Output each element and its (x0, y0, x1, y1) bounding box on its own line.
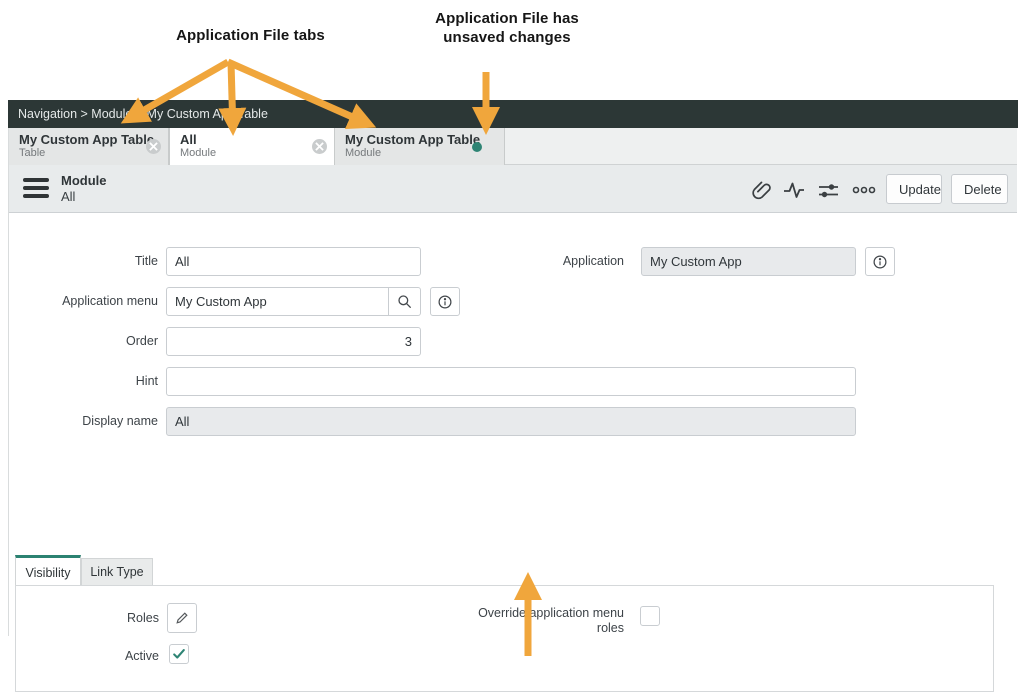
file-tab-table[interactable]: My Custom App Table Table (9, 128, 169, 165)
header-update-button[interactable]: Update (886, 174, 942, 204)
file-tab-title: My Custom App Table (345, 132, 478, 147)
application-menu-input[interactable] (166, 287, 389, 316)
hint-field-label: Hint (23, 374, 158, 389)
application-readonly-input (641, 247, 856, 276)
more-options-icon[interactable] (851, 177, 877, 203)
annotation-unsaved-line1: Application File has (402, 9, 612, 28)
tab-link-type[interactable]: Link Type (81, 558, 153, 585)
screenshot-root: { "annotations": { "tabs_label": "Applic… (0, 0, 1024, 694)
form-header-title: Module All (61, 173, 107, 204)
active-field-label: Active (24, 649, 159, 664)
annotation-unsaved-label: Application File has unsaved changes (402, 9, 612, 47)
close-icon[interactable] (146, 139, 161, 154)
record-type: Module (61, 173, 107, 189)
visibility-section: Roles Active Override application menu r… (15, 585, 994, 692)
hamburger-menu-icon[interactable] (23, 178, 49, 200)
file-tab-strip: My Custom App Table Table All Module My … (9, 128, 1017, 165)
display-name-field-label: Display name (23, 414, 158, 429)
close-icon[interactable] (312, 139, 327, 154)
roles-edit-pencil-icon[interactable] (167, 603, 197, 633)
form-header: Module All (9, 165, 1017, 213)
active-checkbox[interactable] (169, 644, 189, 664)
breadcrumb: Navigation > Module > My Custom App Tabl… (8, 100, 1018, 128)
header-delete-button[interactable]: Delete (951, 174, 1008, 204)
title-input[interactable] (166, 247, 421, 276)
roles-field-label: Roles (24, 611, 159, 626)
file-tab-subtitle: Table (19, 147, 142, 160)
application-menu-info-icon[interactable] (430, 287, 460, 316)
hint-input[interactable] (166, 367, 856, 396)
file-tab-module-unsaved[interactable]: My Custom App Table Module (335, 128, 505, 165)
order-field-label: Order (23, 334, 158, 349)
annotation-tabs-label: Application File tabs (148, 26, 353, 45)
annotation-unsaved-line2: unsaved changes (402, 28, 612, 47)
title-field-label: Title (23, 254, 158, 269)
reference-lookup-search-icon[interactable] (389, 287, 421, 316)
unsaved-changes-dot-icon (472, 142, 482, 152)
application-info-icon[interactable] (865, 247, 895, 276)
paperclip-icon[interactable] (748, 177, 774, 203)
activity-icon[interactable] (781, 177, 807, 203)
application-menu-field-label: Application menu (23, 294, 158, 309)
file-tab-subtitle: Module (345, 147, 478, 160)
file-tab-title: My Custom App Table (19, 132, 142, 147)
display-name-readonly-input (166, 407, 856, 436)
form-body: Title Application Application menu (9, 213, 1017, 636)
file-tab-subtitle: Module (180, 147, 308, 160)
file-tab-title: All (180, 132, 308, 147)
order-input[interactable] (166, 327, 421, 356)
override-menu-roles-checkbox[interactable] (640, 606, 660, 626)
studio-window: Navigation > Module > My Custom App Tabl… (8, 100, 1016, 636)
application-field-label: Application (474, 254, 624, 269)
tab-visibility[interactable]: Visibility (15, 555, 81, 585)
sliders-icon[interactable] (815, 177, 841, 203)
record-name: All (61, 189, 107, 204)
override-menu-roles-label: Override application menu roles (454, 606, 624, 636)
file-tab-all-module[interactable]: All Module (169, 128, 335, 165)
